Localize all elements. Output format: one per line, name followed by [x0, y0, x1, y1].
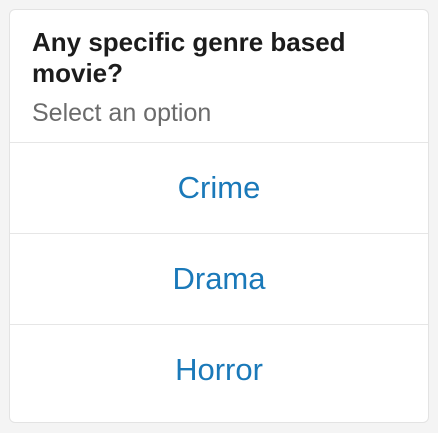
- option-list: Crime Drama Horror: [10, 142, 428, 415]
- option-drama-button[interactable]: Drama: [10, 234, 428, 325]
- select-prompt: Select an option: [32, 99, 212, 127]
- question-title: Any specific genre based movie?: [32, 27, 346, 88]
- card-header: Any specific genre based movie? Select a…: [10, 10, 428, 142]
- option-horror-button[interactable]: Horror: [10, 325, 428, 415]
- option-card: Any specific genre based movie? Select a…: [9, 9, 429, 423]
- option-crime-button[interactable]: Crime: [10, 143, 428, 234]
